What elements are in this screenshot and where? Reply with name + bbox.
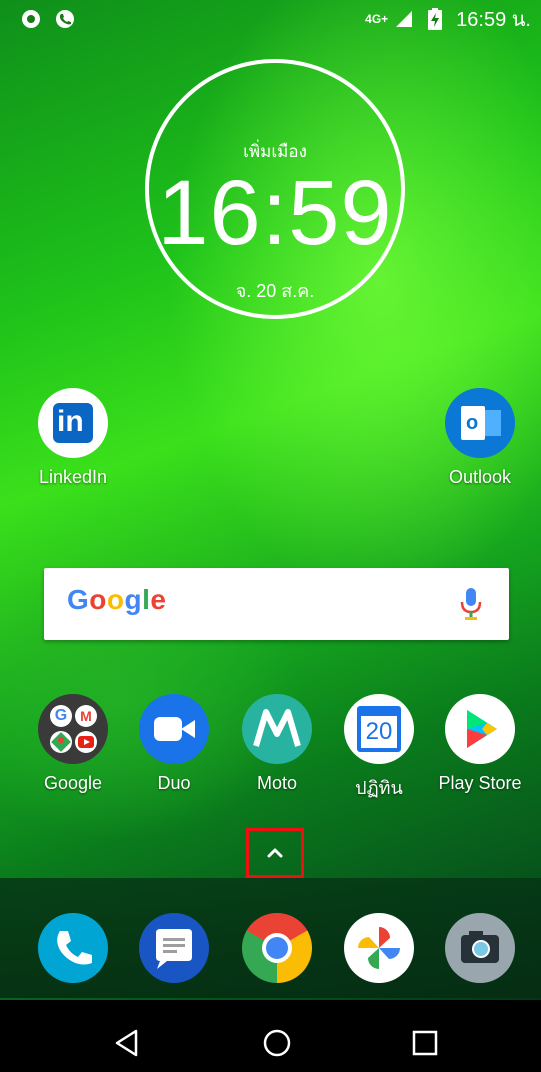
app-label: Moto (256, 773, 298, 793)
photos-icon (344, 913, 414, 983)
recents-icon[interactable] (411, 1029, 439, 1057)
calendar-icon: 20 (344, 694, 414, 764)
app-duo[interactable]: Duo (127, 694, 221, 794)
duo-icon (139, 694, 209, 764)
app-label: ปฏิทิน (355, 778, 403, 798)
play-store-icon (445, 694, 515, 764)
app-label: Duo (157, 773, 191, 793)
clock-widget[interactable]: เพิ่มเมือง 16:59 จ. 20 ส.ค. (145, 59, 405, 319)
dock-messages[interactable] (127, 913, 221, 983)
app-outlook[interactable]: o Outlook (433, 388, 527, 488)
home-icon[interactable] (262, 1028, 292, 1058)
chrome-icon (242, 913, 312, 983)
network-type: 4G+ (365, 12, 389, 26)
mic-icon[interactable] (459, 588, 483, 620)
app-play-store[interactable]: Play Store (433, 694, 527, 794)
calendar-day: 20 (365, 718, 393, 745)
google-folder-icon: G M (38, 694, 108, 764)
dock-chrome[interactable] (230, 913, 324, 983)
moto-icon (242, 694, 312, 764)
battery-charging-icon (428, 8, 443, 30)
navigation-bar (0, 1000, 541, 1072)
status-time: 16:59 น. (456, 9, 531, 31)
clock-time: 16:59 (157, 162, 393, 264)
app-label: Play Store (438, 773, 522, 793)
clock-city[interactable]: เพิ่มเมือง (149, 138, 401, 165)
app-drawer-button[interactable] (246, 828, 304, 878)
camera-icon (445, 913, 515, 983)
call-icon (56, 10, 74, 28)
phone-icon (38, 913, 108, 983)
outlook-icon: o (445, 388, 515, 458)
app-linkedin[interactable]: in LinkedIn (26, 388, 120, 488)
clock-date: จ. 20 ส.ค. (235, 281, 315, 301)
app-label: Outlook (448, 467, 512, 487)
home-screen: 4G+ 16:59 น. เพิ่มเมือง 16:59 จ. 20 ส.ค.… (0, 0, 541, 1072)
app-google-folder[interactable]: G M Google (26, 694, 120, 794)
back-icon[interactable] (112, 1028, 142, 1058)
notification-icon (22, 10, 40, 28)
messages-icon (139, 913, 209, 983)
google-search-bar[interactable]: Google (44, 568, 509, 640)
app-label: LinkedIn (38, 467, 108, 487)
dock-photos[interactable] (332, 913, 426, 983)
app-moto[interactable]: Moto (230, 694, 324, 794)
chevron-up-icon (267, 848, 283, 858)
status-bar: 4G+ 16:59 น. (0, 0, 541, 36)
linkedin-icon: in (38, 388, 108, 458)
google-logo: Google (67, 584, 167, 615)
app-calendar[interactable]: 20 ปฏิทิน (332, 694, 426, 802)
dock-phone[interactable] (26, 913, 120, 983)
signal-icon (396, 11, 413, 27)
app-label: Google (43, 773, 103, 793)
dock-camera[interactable] (433, 913, 527, 983)
